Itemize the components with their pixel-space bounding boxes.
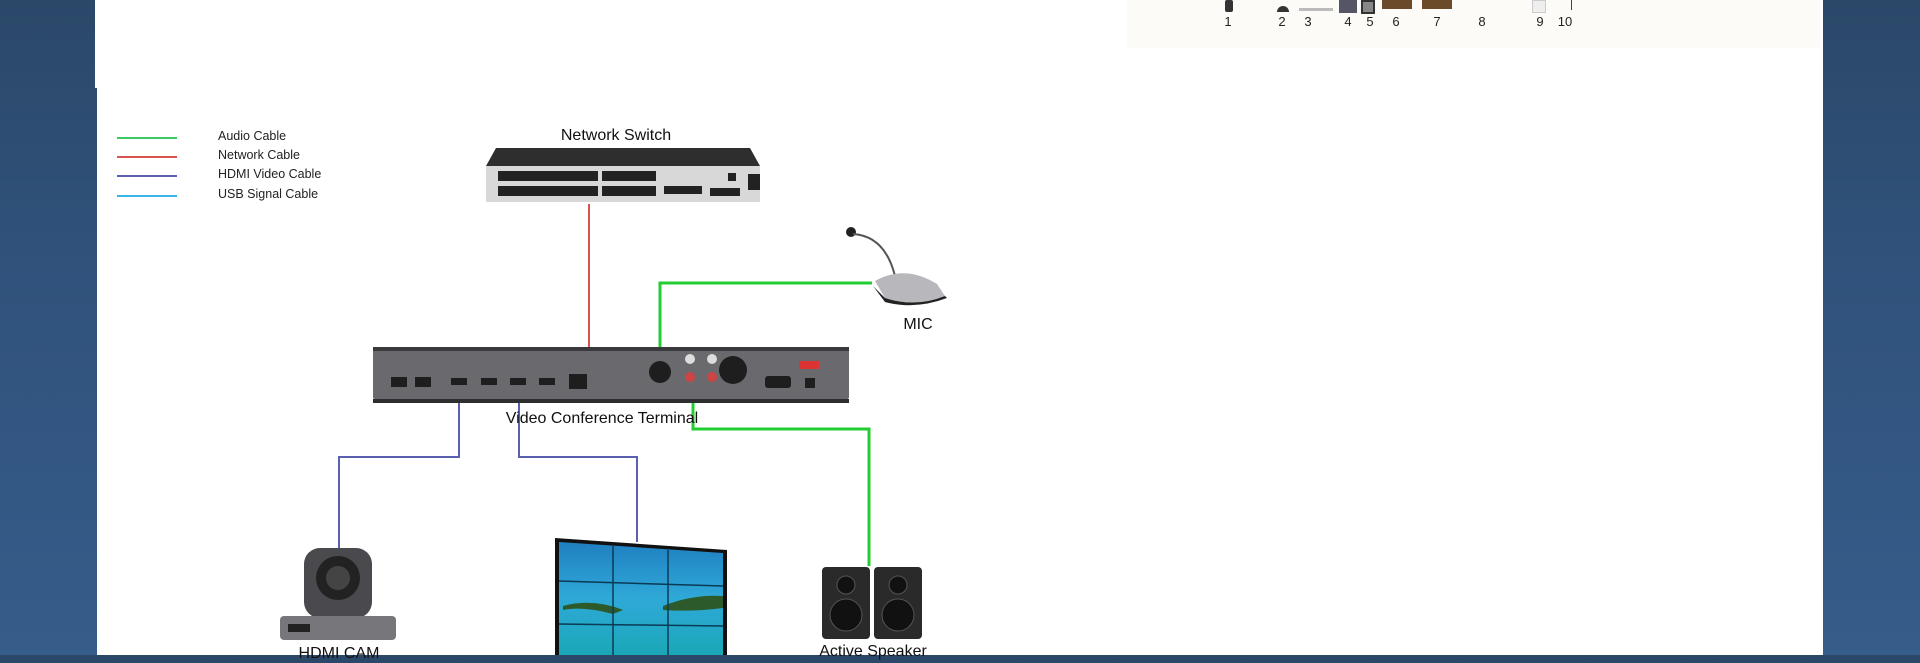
switch-label: Network Switch: [560, 127, 672, 144]
speaker-label: Active Speaker: [819, 643, 927, 660]
terminal-label: Video Conference Terminal: [505, 410, 699, 427]
video-wall-image: [555, 538, 727, 655]
video-conference-terminal-image: [373, 347, 849, 403]
camera-label: HDMI CAM: [298, 645, 380, 662]
camera-hdmi-cable: [338, 392, 460, 551]
active-speaker-image: [822, 567, 922, 639]
hdmi-camera-image: [280, 548, 396, 640]
mic-image: [846, 227, 947, 306]
network-switch-image: [486, 148, 760, 202]
mic-label: MIC: [903, 316, 933, 333]
